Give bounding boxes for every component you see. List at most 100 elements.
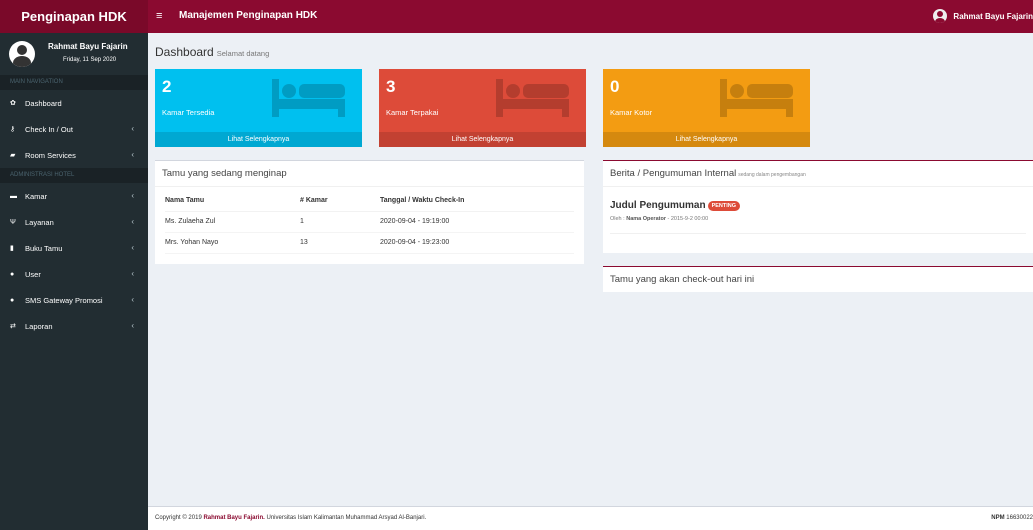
chevron-left-icon: ‹: [131, 191, 134, 200]
box-number: 3: [386, 77, 396, 96]
app-title: Manajemen Penginapan HDK: [179, 10, 318, 21]
checkout-panel: Tamu yang akan check-out hari ini: [603, 266, 1033, 292]
more-link[interactable]: Lihat Selengkapnya: [155, 132, 362, 147]
sidebar-item-label: Check In / Out: [25, 124, 73, 134]
box-kamar-terpakai: 3 Kamar Terpakai Lihat Selengkapnya: [379, 69, 586, 147]
sidebar-item-label: SMS Gateway Promosi: [25, 295, 103, 305]
box-label: Kamar Terpakai: [386, 108, 439, 117]
cell-nama: Ms. Zulaeha Zul: [165, 211, 300, 233]
sidebar-item-label: Dashboard: [25, 98, 62, 108]
avatar: [9, 41, 35, 67]
table-row: Ms. Zulaeha Zul 1 2020-09-04 - 19:19:00: [165, 211, 574, 233]
sidebar-item-dashboard[interactable]: ✿ Dashboard: [0, 90, 148, 116]
sidebar-user-name: Rahmat Bayu Fajarin: [48, 42, 128, 51]
hamburger-icon[interactable]: ≡: [156, 10, 162, 22]
user-name: Rahmat Bayu Fajarin: [953, 11, 1033, 21]
sidebar-item-label: Kamar: [25, 191, 48, 201]
page-title-text: Dashboard: [155, 45, 214, 59]
footer-copyright: Copyright © 2019: [155, 515, 202, 521]
nav-header-main: MAIN NAVIGATION: [0, 75, 148, 90]
dashboard-icon: ✿: [10, 100, 16, 107]
sidebar-item-label: User: [25, 269, 41, 279]
chevron-left-icon: ‹: [131, 243, 134, 252]
cell-checkin: 2020-09-04 - 19:19:00: [380, 211, 574, 233]
sidebar: Rahmat Bayu Fajarin Friday, 11 Sep 2020 …: [0, 33, 148, 530]
news-by-label: Oleh :: [610, 216, 625, 222]
book-icon: ▰: [10, 152, 16, 159]
sidebar-item-laporan[interactable]: ⇄ Laporan ‹: [0, 313, 148, 339]
news-panel-title-text: Berita / Pengumuman Internal: [610, 168, 737, 179]
user-panel: Rahmat Bayu Fajarin Friday, 11 Sep 2020: [0, 33, 148, 75]
sidebar-item-sms-gateway-promosi[interactable]: ● SMS Gateway Promosi ‹: [0, 287, 148, 313]
news-item-meta: Oleh : Nama Operator - 2015-9-2 00:00: [610, 216, 708, 222]
sidebar-date: Friday, 11 Sep 2020: [63, 57, 117, 63]
news-item-title[interactable]: Judul Pengumuman PENTING: [610, 200, 741, 211]
table-row: Mrs. Yohan Nayo 13 2020-09-04 - 19:23:00: [165, 232, 574, 254]
footer-institution: Universitas Islam Kalimantan Muhammad Ar…: [266, 515, 427, 521]
cell-nama: Mrs. Yohan Nayo: [165, 232, 300, 254]
box-number: 2: [162, 77, 172, 96]
bed-icon: [496, 79, 569, 117]
sidebar-item-kamar[interactable]: ▬ Kamar ‹: [0, 183, 148, 209]
footer-npm-label: NPM: [991, 515, 1005, 521]
footer-author-link[interactable]: Rahmat Bayu Fajarin.: [203, 515, 264, 521]
sidebar-item-label: Laporan: [25, 321, 53, 331]
guests-table: Nama Tamu # Kamar Tanggal / Waktu Check-…: [165, 190, 574, 254]
brand-logo[interactable]: Penginapan HDK: [0, 0, 148, 33]
top-navbar: Penginapan HDK ≡ Manajemen Penginapan HD…: [0, 0, 1033, 33]
news-date: - 2015-9-2 00:00: [667, 216, 709, 222]
book-icon: ▮: [10, 245, 14, 252]
cutlery-icon: Ψ: [10, 218, 16, 226]
cell-kamar: 1: [300, 211, 380, 233]
user-menu[interactable]: Rahmat Bayu Fajarin: [933, 9, 1033, 23]
cell-checkin: 2020-09-04 - 19:23:00: [380, 232, 574, 254]
sidebar-item-check-in-out[interactable]: ⚷ Check In / Out ‹: [0, 116, 148, 142]
box-kamar-kotor: 0 Kamar Kotor Lihat Selengkapnya: [603, 69, 810, 147]
status-badge: PENTING: [707, 200, 741, 211]
user-icon: ●: [10, 270, 15, 278]
more-link[interactable]: Lihat Selengkapnya: [379, 132, 586, 147]
box-kamar-tersedia: 2 Kamar Tersedia Lihat Selengkapnya: [155, 69, 362, 147]
col-nama-tamu: Nama Tamu: [165, 190, 300, 212]
chevron-left-icon: ‹: [131, 269, 134, 278]
chevron-left-icon: ‹: [131, 217, 134, 226]
news-item-title-text: Judul Pengumuman: [610, 200, 706, 211]
divider: [610, 233, 1026, 234]
sidebar-item-buku-tamu[interactable]: ▮ Buku Tamu ‹: [0, 235, 148, 261]
box-number: 0: [610, 77, 620, 96]
table-header-row: Nama Tamu # Kamar Tanggal / Waktu Check-…: [165, 190, 574, 212]
sidebar-item-label: Room Services: [25, 150, 76, 160]
box-label: Kamar Tersedia: [162, 108, 215, 117]
chevron-left-icon: ‹: [131, 295, 134, 304]
box-label: Kamar Kotor: [610, 108, 653, 117]
sidebar-item-label: Layanan: [25, 217, 54, 227]
bed-icon: ▬: [10, 192, 17, 200]
news-operator: Nama Operator: [626, 216, 666, 222]
more-link[interactable]: Lihat Selengkapnya: [603, 132, 810, 147]
footer-npm-value: 16630022: [1006, 515, 1033, 521]
guests-panel: Tamu yang sedang menginap Nama Tamu # Ka…: [155, 160, 584, 264]
col-kamar: # Kamar: [300, 190, 380, 212]
checkout-panel-title: Tamu yang akan check-out hari ini: [610, 274, 755, 285]
exchange-icon: ⇄: [10, 323, 16, 330]
chevron-left-icon: ‹: [131, 321, 134, 330]
bed-icon: [720, 79, 793, 117]
page-title: Dashboard Selamat datang: [155, 45, 269, 59]
chevron-left-icon: ‹: [131, 150, 134, 159]
sidebar-item-room-services[interactable]: ▰ Room Services ‹: [0, 142, 148, 168]
page-subtitle: Selamat datang: [216, 49, 270, 58]
guests-panel-title: Tamu yang sedang menginap: [155, 161, 584, 187]
chevron-left-icon: ‹: [131, 124, 134, 133]
news-panel-title: Berita / Pengumuman Internal sedang dalam…: [603, 161, 1033, 187]
sidebar-item-user[interactable]: ● User ‹: [0, 261, 148, 287]
user-icon: ●: [10, 296, 15, 304]
avatar-icon: [933, 9, 948, 23]
footer-npm: NPM 16630022: [991, 507, 1033, 530]
col-checkin: Tanggal / Waktu Check-In: [380, 190, 574, 212]
news-panel-subtitle: sedang dalam pengembangan: [738, 172, 806, 178]
news-panel: Berita / Pengumuman Internal sedang dalam…: [603, 160, 1033, 253]
bed-icon: [272, 79, 345, 117]
key-icon: ⚷: [10, 126, 16, 133]
sidebar-item-label: Buku Tamu: [25, 243, 63, 253]
sidebar-item-layanan[interactable]: Ψ Layanan ‹: [0, 209, 148, 235]
